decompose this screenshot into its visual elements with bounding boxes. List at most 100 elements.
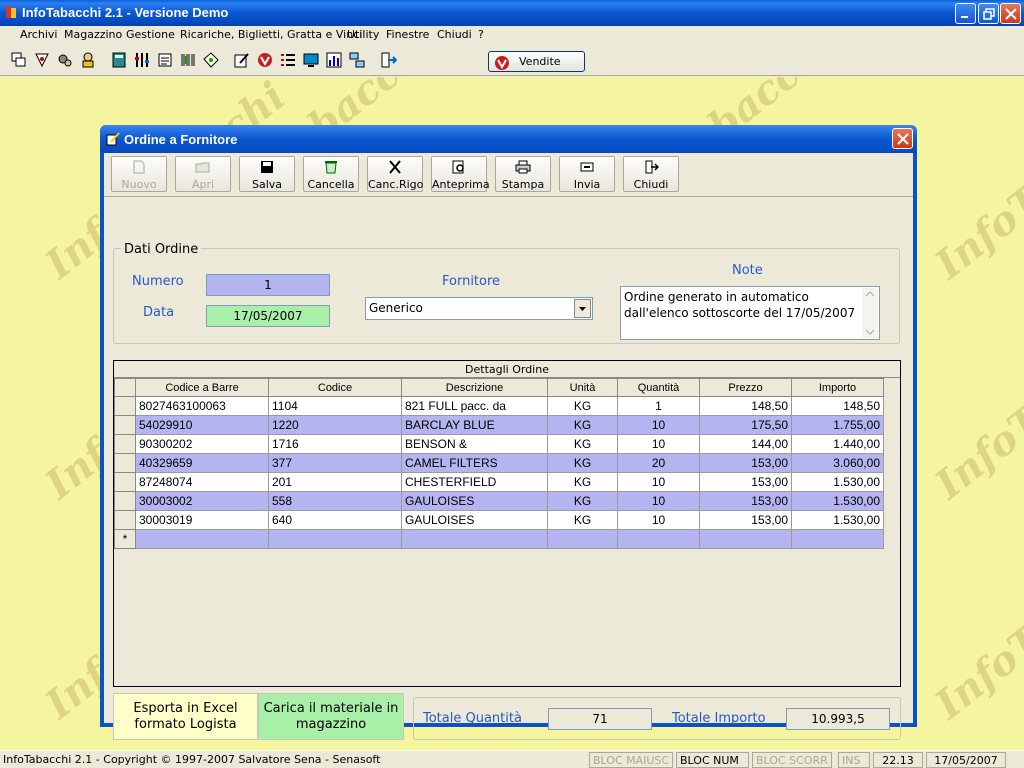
table-cell[interactable]	[699, 529, 792, 549]
menu-magazzino[interactable]: Magazzino	[64, 28, 122, 41]
table-cell[interactable]	[617, 529, 700, 549]
table-cell[interactable]: 30003019	[135, 510, 269, 530]
monitor-icon[interactable]	[302, 51, 320, 69]
row-selector[interactable]	[114, 510, 136, 530]
table-cell[interactable]: 148,50	[791, 396, 884, 416]
table-cell[interactable]: 175,50	[699, 415, 792, 435]
table-cell[interactable]: KG	[547, 510, 618, 530]
menu-finestre[interactable]: Finestre	[386, 28, 429, 41]
menu-utility[interactable]: Utility	[347, 28, 379, 41]
edit-icon[interactable]	[233, 51, 251, 69]
anteprima-button[interactable]: Anteprima	[431, 156, 490, 192]
paint-icon[interactable]	[33, 51, 51, 69]
table-cell[interactable]: 30003002	[135, 491, 269, 511]
vendite-button[interactable]: Vendite	[488, 51, 585, 72]
menu-chiudi[interactable]: Chiudi	[437, 28, 472, 41]
windows-icon[interactable]	[10, 51, 28, 69]
column-header[interactable]: Codice	[268, 378, 402, 397]
table-cell[interactable]	[401, 529, 548, 549]
table-cell[interactable]: KG	[547, 396, 618, 416]
table-cell[interactable]: 8027463100063	[135, 396, 269, 416]
chart-icon[interactable]	[325, 51, 343, 69]
network-icon[interactable]	[348, 51, 366, 69]
table-cell[interactable]	[135, 529, 269, 549]
table-cell[interactable]: 87248074	[135, 472, 269, 492]
carica-magazzino-button[interactable]: Carica il materiale in magazzino	[258, 693, 404, 740]
table-cell[interactable]	[268, 529, 402, 549]
data-field[interactable]: 17/05/2007	[206, 305, 330, 327]
tools-icon[interactable]	[133, 51, 151, 69]
vendite-icon[interactable]	[256, 51, 274, 69]
list-icon[interactable]	[156, 51, 174, 69]
table-cell[interactable]: 148,50	[699, 396, 792, 416]
menu-archivi[interactable]: Archivi	[20, 28, 57, 41]
table-cell[interactable]: GAULOISES	[401, 510, 548, 530]
table-cell[interactable]: GAULOISES	[401, 491, 548, 511]
column-header[interactable]: Prezzo	[699, 378, 792, 397]
table-cell[interactable]: 1.440,00	[791, 434, 884, 454]
table-cell[interactable]: KG	[547, 453, 618, 473]
table-cell[interactable]: 201	[268, 472, 402, 492]
table-cell[interactable]: 20	[617, 453, 700, 473]
table-row[interactable]: 30003019 640 GAULOISES KG 10 153,00 1.530,00	[114, 510, 884, 530]
column-header[interactable]: Importo	[791, 378, 884, 397]
numero-field[interactable]: 1	[206, 274, 330, 296]
table-cell[interactable]: 54029910	[135, 415, 269, 435]
row-selector[interactable]	[114, 472, 136, 492]
tag-icon[interactable]	[202, 51, 220, 69]
table-cell[interactable]: 1.530,00	[791, 510, 884, 530]
table-cell[interactable]: 1	[617, 396, 700, 416]
table-row[interactable]: 87248074 201 CHESTERFIELD KG 10 153,00 1.530,0…	[114, 472, 884, 492]
table-cell[interactable]: 10	[617, 472, 700, 492]
column-header[interactable]: Quantità	[617, 378, 700, 397]
table-cell[interactable]: 1220	[268, 415, 402, 435]
menu-ricariche[interactable]: Ricariche, Biglietti, Gratta e Vinci	[180, 28, 362, 41]
menu-help[interactable]: ?	[478, 28, 484, 41]
gears-icon[interactable]	[56, 51, 74, 69]
close-button[interactable]	[1000, 3, 1021, 24]
table-cell[interactable]: 10	[617, 415, 700, 435]
fornitore-select[interactable]: Generico	[365, 297, 593, 320]
column-header[interactable]: Unità	[547, 378, 618, 397]
apri-button[interactable]: Apri	[175, 156, 231, 192]
table-cell[interactable]	[791, 529, 884, 549]
table-cell[interactable]: 40329659	[135, 453, 269, 473]
export-excel-button[interactable]: Esporta in Excel formato Logista	[113, 693, 258, 740]
table-cell[interactable]: 10	[617, 510, 700, 530]
table-cell[interactable]: 3.060,00	[791, 453, 884, 473]
column-header[interactable]: Codice a Barre	[135, 378, 269, 397]
table-cell[interactable]: 1716	[268, 434, 402, 454]
column-header[interactable]: Descrizione	[401, 378, 548, 397]
row-selector[interactable]	[114, 434, 136, 454]
menu-gestione[interactable]: Gestione	[126, 28, 175, 41]
nuovo-button[interactable]: Nuovo	[111, 156, 167, 192]
table-row[interactable]: 54029910 1220 BARCLAY BLUE KG 10 175,50 1.755,…	[114, 415, 884, 435]
table-cell[interactable]: CHESTERFIELD	[401, 472, 548, 492]
table-cell[interactable]: KG	[547, 434, 618, 454]
chiudi-button[interactable]: Chiudi	[623, 156, 679, 192]
minimize-button[interactable]	[955, 3, 976, 24]
barcode-icon[interactable]	[179, 51, 197, 69]
table-cell[interactable]: 821 FULL pacc. da	[401, 396, 548, 416]
table-cell[interactable]: 153,00	[699, 510, 792, 530]
table-cell[interactable]: 10	[617, 491, 700, 511]
canc-rigo-button[interactable]: Canc.Rigo	[367, 156, 423, 192]
table-cell[interactable]: 1.755,00	[791, 415, 884, 435]
table-cell[interactable]: 1104	[268, 396, 402, 416]
new-row-marker[interactable]: *	[114, 529, 136, 549]
row-selector[interactable]	[114, 491, 136, 511]
table-cell[interactable]: 1.530,00	[791, 472, 884, 492]
cancella-button[interactable]: Cancella	[303, 156, 359, 192]
new-row[interactable]: *	[114, 529, 884, 549]
table-cell[interactable]: 558	[268, 491, 402, 511]
row-selector[interactable]	[114, 396, 136, 416]
table-cell[interactable]: KG	[547, 491, 618, 511]
table-cell[interactable]: 1.530,00	[791, 491, 884, 511]
note-textarea[interactable]: Ordine generato in automatico dall'elenc…	[620, 286, 880, 340]
table-cell[interactable]: 640	[268, 510, 402, 530]
table-cell[interactable]: 153,00	[699, 491, 792, 511]
table-cell[interactable]: 153,00	[699, 472, 792, 492]
table-cell[interactable]	[547, 529, 618, 549]
stampa-button[interactable]: Stampa	[495, 156, 551, 192]
table-cell[interactable]: 144,00	[699, 434, 792, 454]
